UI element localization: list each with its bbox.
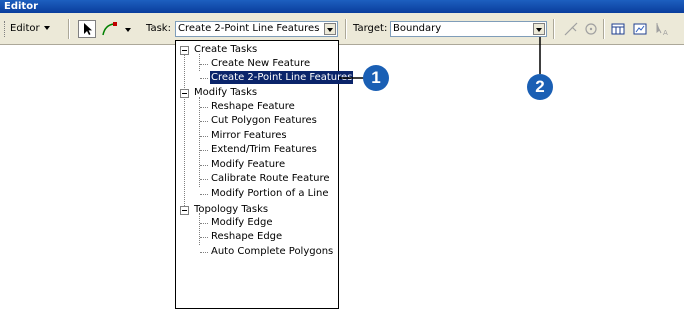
callout-1-badge: 1 (363, 65, 389, 91)
callout-2-badge: 2 (527, 74, 553, 100)
callout-leaders (339, 37, 541, 79)
